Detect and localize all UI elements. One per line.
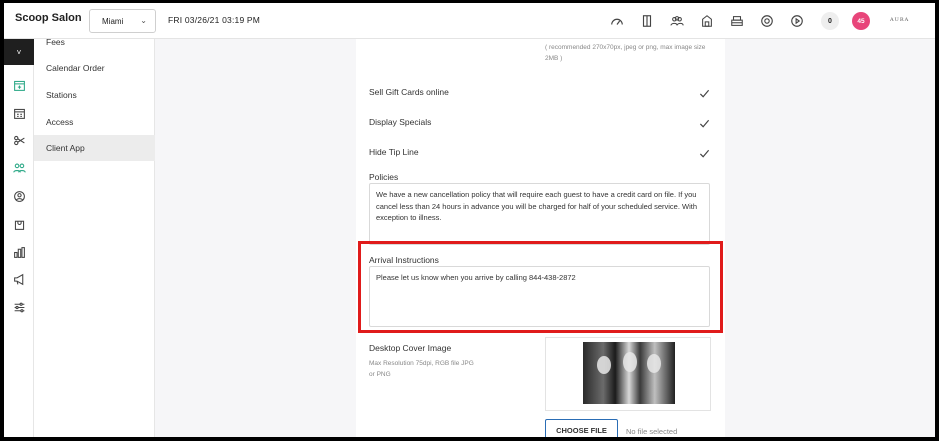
location-value: Miami xyxy=(102,16,124,26)
hide-tip-line-label: Hide Tip Line xyxy=(369,147,419,157)
door-icon[interactable] xyxy=(638,12,656,30)
submenu-item-stations[interactable]: Stations xyxy=(34,82,155,108)
user-circle-icon[interactable] xyxy=(11,188,27,204)
bag-icon[interactable] xyxy=(11,216,27,232)
megaphone-icon[interactable] xyxy=(11,271,27,287)
building-icon[interactable] xyxy=(698,12,716,30)
calendar-plus-icon[interactable] xyxy=(11,77,27,93)
chevron-down-icon: ⌄ xyxy=(140,16,147,25)
sell-gift-cards-label: Sell Gift Cards online xyxy=(369,87,449,97)
submenu-item-fees[interactable]: Fees xyxy=(34,29,155,55)
people-icon[interactable] xyxy=(11,159,27,175)
sell-gift-cards-check-icon[interactable] xyxy=(699,86,710,104)
display-specials-check-icon[interactable] xyxy=(699,116,710,134)
cover-image-hint: Max Resolution 75dpi, RGB file JPG or PN… xyxy=(369,360,474,378)
rail-collapse-toggle[interactable]: ˅ xyxy=(4,39,34,65)
sliders-icon[interactable] xyxy=(11,299,27,315)
arrival-instructions-highlight xyxy=(358,241,723,333)
current-datetime: FRI 03/26/21 03:19 PM xyxy=(168,15,261,25)
header-toolbar xyxy=(608,12,818,30)
calendar-grid-icon[interactable] xyxy=(11,105,27,121)
policies-textarea[interactable]: We have a new cancellation policy that w… xyxy=(369,183,710,245)
desktop-cover-image-label: Desktop Cover Image xyxy=(369,343,452,353)
submenu-item-access[interactable]: Access xyxy=(34,109,155,135)
submenu-item-client-app[interactable]: Client App xyxy=(34,135,155,161)
notification-badge[interactable]: 45 xyxy=(852,12,870,30)
client-app-settings-card: ( recommended 270x70px, jpeg or png, max… xyxy=(356,39,725,437)
register-icon[interactable] xyxy=(728,12,746,30)
no-file-selected-text: No file selected xyxy=(626,427,678,436)
choose-file-button[interactable]: CHOOSE FILE xyxy=(545,419,618,437)
policies-label: Policies xyxy=(369,172,399,182)
icon-rail: ˅ xyxy=(4,39,34,437)
aura-logo: AURA xyxy=(890,17,910,23)
hide-tip-line-check-icon[interactable] xyxy=(699,146,710,164)
app-window: Scoop Salon Miami ⌄ FRI 03/26/21 03:19 P… xyxy=(4,3,935,437)
submenu-item-calendar-order[interactable]: Calendar Order xyxy=(34,55,155,81)
bar-chart-icon[interactable] xyxy=(11,244,27,260)
count-badge[interactable]: 0 xyxy=(821,12,839,30)
cover-photo xyxy=(583,342,675,404)
display-specials-label: Display Specials xyxy=(369,117,432,127)
lifebuoy-icon[interactable] xyxy=(758,12,776,30)
play-icon[interactable] xyxy=(788,12,806,30)
group-icon[interactable] xyxy=(668,12,686,30)
cover-image-preview xyxy=(545,337,711,411)
scissors-icon[interactable] xyxy=(11,132,27,148)
settings-submenu: Fees Calendar Order Stations Access Clie… xyxy=(34,37,155,437)
logo-size-hint: ( recommended 270x70px, jpeg or png, max… xyxy=(545,44,706,62)
brand-name: Scoop Salon xyxy=(15,12,82,24)
speedometer-icon[interactable] xyxy=(608,12,626,30)
